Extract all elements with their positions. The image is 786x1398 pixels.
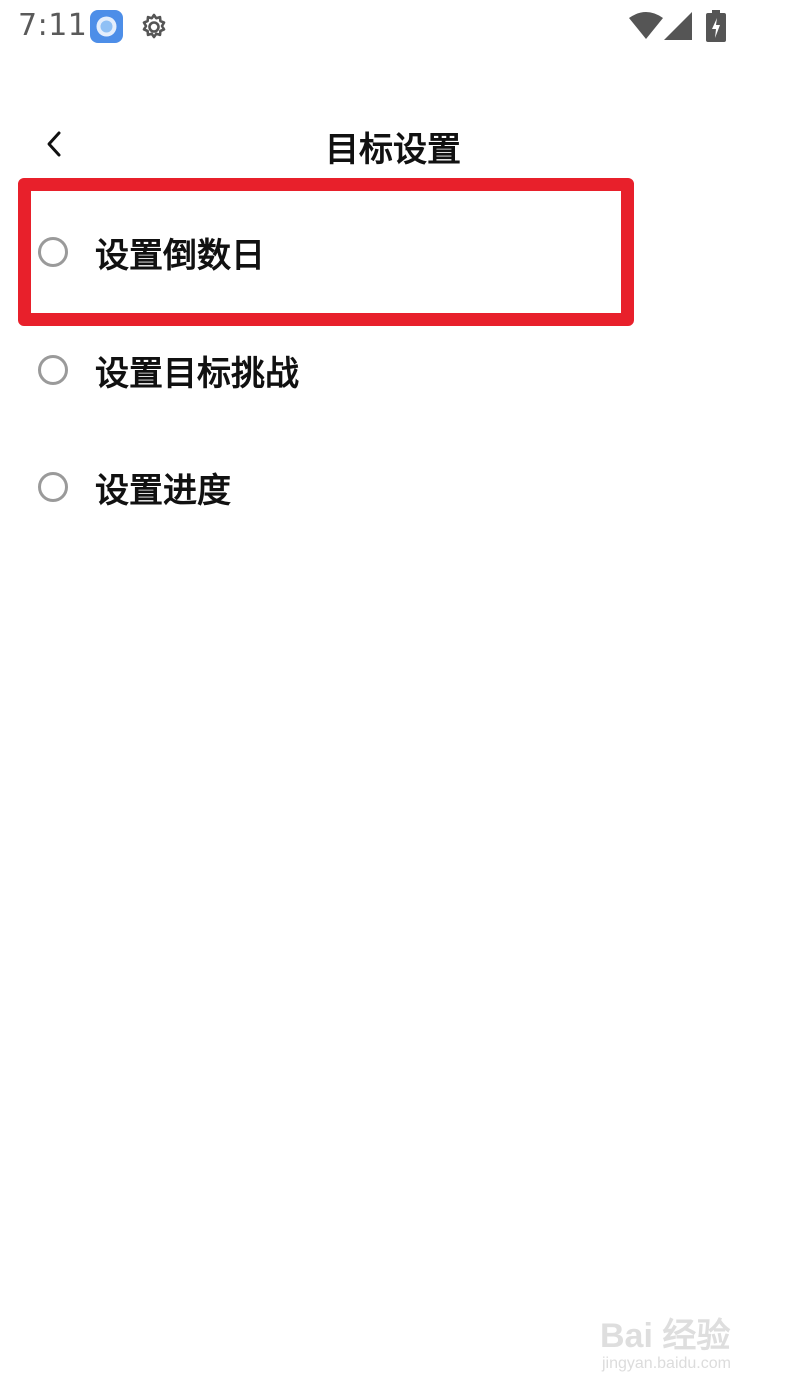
battery-charging-icon	[706, 10, 726, 42]
signal-icon	[664, 12, 692, 40]
app-icon	[90, 10, 123, 43]
status-time: 7:11	[18, 8, 88, 43]
option-goal-challenge[interactable]: 设置目标挑战	[38, 340, 598, 400]
option-label: 设置目标挑战	[95, 353, 299, 394]
option-progress[interactable]: 设置进度	[38, 457, 598, 517]
radio-button[interactable]	[38, 237, 68, 267]
option-label: 设置倒数日	[95, 235, 265, 276]
radio-button[interactable]	[38, 472, 68, 502]
option-label: 设置进度	[95, 470, 231, 511]
radio-button[interactable]	[38, 355, 68, 385]
watermark: Bai 经验 jingyan.baidu.com	[600, 1308, 750, 1378]
title-bar: 目标设置	[0, 110, 786, 180]
option-countdown[interactable]: 设置倒数日	[38, 222, 598, 282]
status-bar: 7:11	[0, 0, 786, 54]
page-title: 目标设置	[325, 130, 461, 170]
watermark-logo: Bai 经验	[600, 1317, 731, 1355]
wifi-icon	[629, 12, 663, 39]
gear-icon	[142, 13, 166, 39]
watermark-url: jingyan.baidu.com	[602, 1355, 731, 1372]
